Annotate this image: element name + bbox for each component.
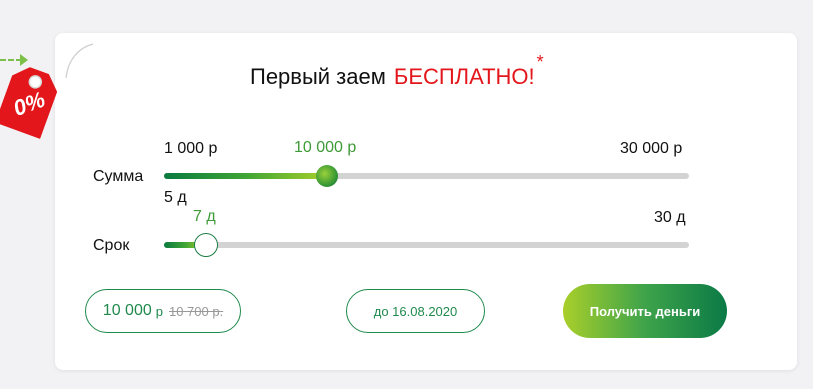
amount-slider-track[interactable] [164, 173, 689, 179]
term-current-value: 7 д [193, 208, 216, 225]
page-title: Первый заем БЕСПЛАТНО! * [250, 52, 544, 90]
title-main: Первый заем [250, 64, 386, 89]
title-footnote-mark: * [536, 52, 544, 72]
amount-min-label: 1 000 р [164, 140, 218, 157]
promo-arrow-line [0, 59, 22, 61]
summary-currency: р [155, 303, 163, 319]
term-max-label: 30 д [654, 209, 686, 226]
summary-old-amount: 10 700 р. [168, 303, 224, 319]
amount-current-value: 10 000 р [294, 139, 357, 156]
title-accent: БЕСПЛАТНО! [393, 64, 535, 89]
due-date-text: до 16.08.2020 [373, 303, 458, 319]
summary-amount: 10 000 [102, 302, 152, 319]
term-label: Срок [93, 237, 130, 254]
amount-label: Сумма [93, 168, 144, 185]
term-min-label: 5 д [164, 189, 187, 206]
term-slider-track[interactable] [164, 242, 689, 248]
term-slider-handle[interactable] [194, 233, 218, 257]
amount-slider-handle[interactable] [316, 165, 338, 187]
amount-summary-pill: 10 000 р 10 700 р. [85, 289, 241, 333]
amount-slider-fill [164, 173, 327, 179]
get-money-button[interactable]: Получить деньги [563, 284, 727, 338]
due-date-pill: до 16.08.2020 [346, 289, 485, 333]
amount-max-label: 30 000 р [620, 140, 683, 157]
